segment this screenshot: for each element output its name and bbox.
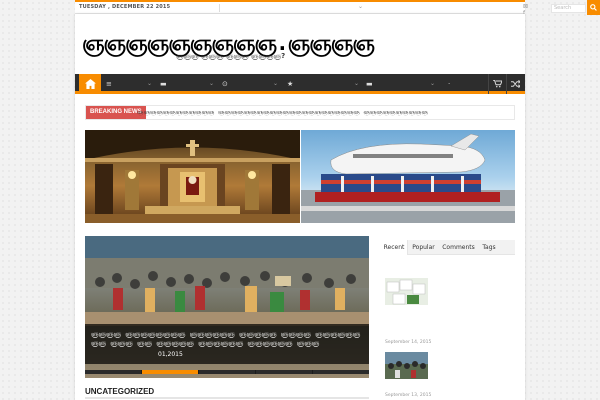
widget-tabs: Recent Popular Comments Tags — [381, 240, 515, 255]
section-divider — [85, 397, 369, 399]
slider-segment-active[interactable] — [142, 370, 198, 374]
site-tagline: ஞஞஞ ஞஞஞ ஞஞஞ ஞஞஞஞ? — [176, 52, 286, 60]
nav-item-2-icon[interactable]: ▬ — [160, 74, 167, 94]
slider-segment[interactable] — [256, 370, 312, 374]
recent-post-thumbnail[interactable] — [385, 278, 428, 305]
nav-item-4-icon[interactable]: ★ — [287, 74, 293, 94]
main-nav: ≡ ⌄ ▬ ⌄ ⊙ ⌄ ★ ⌄ ▬ ⌄ · — [75, 74, 525, 94]
search-input[interactable]: Search — [551, 4, 586, 13]
search-icon[interactable] — [587, 0, 600, 15]
recent-post-date: September 13, 2015 — [385, 393, 432, 398]
slider-progress — [85, 370, 369, 374]
divider — [219, 4, 220, 12]
feature-date: 01,2015 — [158, 351, 183, 358]
top-bar: TUESDAY , DECEMBER 22 2015 ⌄ ⊠ f ᵗ Searc… — [75, 0, 600, 24]
tab-tags[interactable]: Tags — [478, 240, 500, 255]
nav-item-5-icon[interactable]: ▬ — [366, 74, 373, 94]
home-icon[interactable] — [79, 74, 101, 94]
tab-popular[interactable]: Popular — [408, 240, 439, 255]
nav-item-6-icon[interactable]: · — [448, 74, 450, 94]
breaking-news-link[interactable]: ஞஞஞஞஞஞஞஞஞஞஞஞ ஞஞஞஞஞஞஞஞஞஞஞஞஞஞஞஞஞஞஞஞஞஞ ஞஞஞஞ… — [137, 109, 428, 117]
tabs-widget: Recent Popular Comments Tags September 1… — [381, 240, 515, 400]
church-image[interactable] — [85, 130, 300, 223]
chevron-down-icon: ⌄ — [209, 80, 215, 87]
slider-segment[interactable] — [85, 370, 141, 374]
slider-segment[interactable] — [313, 370, 369, 374]
recent-post-date: September 14, 2015 — [385, 340, 432, 345]
breaking-news-bar: BREAKING NEWS ஞஞஞஞஞஞஞஞஞஞஞஞ ஞஞஞஞஞஞஞஞஞஞஞஞஞ… — [85, 105, 515, 120]
cart-icon[interactable] — [488, 74, 506, 94]
tab-comments[interactable]: Comments — [439, 240, 478, 255]
chevron-down-icon: ⌄ — [147, 80, 153, 87]
page-container: ஞஞஞஞஞஞஞஞஞ.ஞஞஞஞ ஞஞஞ ஞஞஞ ஞஞஞ ஞஞஞஞ? ≡ ⌄ ▬ ⌄… — [75, 14, 525, 400]
feature-caption: ஞஞஞஞ ஞஞஞஞஞஞஞஞ ஞஞஞஞஞஞ ஞஞஞஞஞ ஞஞஞஞ ஞஞஞஞஞஞஞஞ… — [85, 324, 369, 364]
chevron-down-icon: ⌄ — [430, 80, 436, 87]
chevron-down-icon: ⌄ — [273, 80, 279, 87]
current-date: TUESDAY , DECEMBER 22 2015 — [79, 4, 171, 10]
nav-item-3-icon[interactable]: ⊙ — [222, 74, 228, 94]
top-menu-chevron-icon[interactable]: ⌄ — [358, 3, 363, 10]
recent-post-thumbnail[interactable] — [385, 352, 428, 379]
slider-segment[interactable] — [199, 370, 255, 374]
featured-slider — [85, 130, 515, 223]
section-title[interactable]: UNCATEGORIZED — [85, 387, 154, 396]
chevron-down-icon: ⌄ — [354, 80, 360, 87]
feature-title[interactable]: ஞஞஞஞ ஞஞஞஞஞஞஞஞ ஞஞஞஞஞஞ ஞஞஞஞஞ ஞஞஞஞ ஞஞஞஞஞஞஞஞ… — [91, 330, 367, 348]
shuffle-icon[interactable] — [506, 74, 524, 94]
nav-item-1-icon[interactable]: ≡ — [106, 74, 112, 94]
tab-recent[interactable]: Recent — [381, 240, 408, 255]
airplane-boat-image[interactable] — [301, 130, 515, 223]
feature-post-image[interactable]: ஞஞஞஞ ஞஞஞஞஞஞஞஞ ஞஞஞஞஞஞ ஞஞஞஞஞ ஞஞஞஞ ஞஞஞஞஞஞஞஞ… — [85, 236, 369, 378]
